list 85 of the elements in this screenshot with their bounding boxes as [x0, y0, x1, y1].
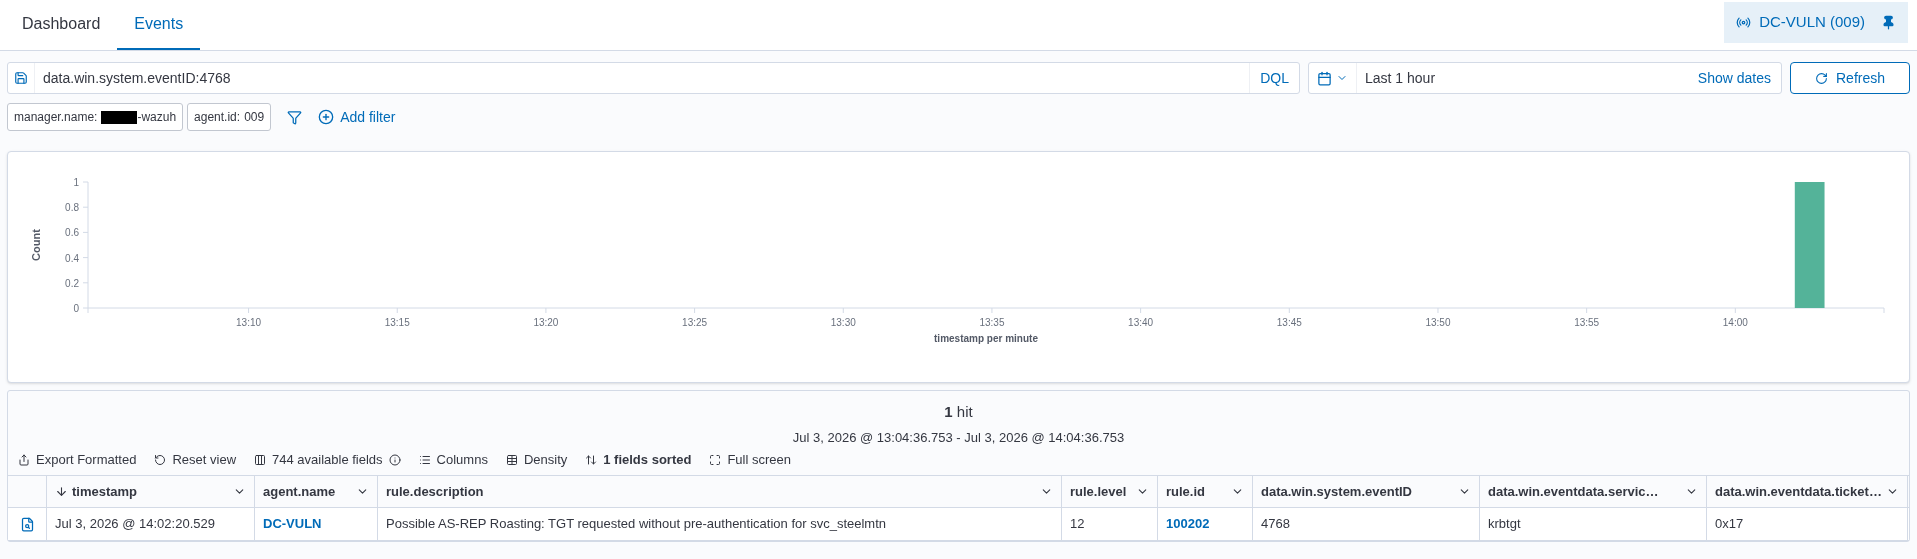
toolbar-button[interactable]: Export Formatted	[18, 450, 137, 470]
filter-pill[interactable]: agent.id: 009	[187, 103, 272, 131]
x-tick-label: 13:40	[1128, 317, 1154, 328]
column-title: timestamp	[72, 482, 138, 501]
x-tick-label: 13:55	[1574, 317, 1600, 328]
toolbar-button[interactable]: Columns	[418, 450, 488, 470]
table-cell-text: 0x17	[1715, 515, 1744, 534]
reset-icon	[154, 454, 167, 466]
sort-arrow-icon	[55, 485, 68, 498]
y-axis-title: Count	[30, 229, 42, 261]
column-header[interactable]: rule.description	[378, 476, 1062, 507]
toolbar-button[interactable]: 744 available fields	[254, 450, 401, 470]
toolbar-button[interactable]: Reset view	[154, 450, 236, 470]
save-icon	[14, 71, 28, 85]
x-tick-label: 13:50	[1425, 317, 1451, 328]
column-title: rule.description	[386, 482, 484, 501]
hits-count: 1 hit	[944, 402, 973, 422]
column-header[interactable]: data.win.system.eventID	[1253, 476, 1480, 507]
info-icon	[388, 454, 401, 466]
column-header[interactable]: agent.name	[255, 476, 378, 507]
y-tick-label: 1	[73, 177, 79, 188]
x-tick-label: 13:30	[830, 317, 856, 328]
column-header[interactable]: rule.id	[1158, 476, 1253, 507]
x-tick-label: 13:35	[979, 317, 1005, 328]
filter-value: 009	[244, 109, 265, 126]
column-header[interactable]: data.win.eventdata.ticket…	[1707, 476, 1908, 507]
date-range: Jul 3, 2026 @ 13:04:36.753 - Jul 3, 2026 @ 14:04:36.753	[792, 428, 1125, 447]
export-icon	[18, 454, 30, 466]
column-title: rule.id	[1166, 482, 1205, 501]
query-bar[interactable]: data.win.system.eventID:4768 DQL	[7, 62, 1300, 94]
column-title: rule.level	[1070, 482, 1127, 501]
column-title: data.win.eventdata.servic…	[1488, 482, 1659, 501]
inspect-icon[interactable]	[19, 516, 35, 532]
table-cell-text: Possible AS-REP Roasting: TGT requested without pre-authentication for svc_steelmtn	[386, 515, 887, 534]
show-dates-link[interactable]: Show dates	[1687, 67, 1781, 89]
column-header[interactable]: rule.level	[1062, 476, 1158, 507]
language-button[interactable]: DQL	[1249, 63, 1299, 93]
toolbar-button[interactable]: Full screen	[709, 450, 791, 470]
time-range: Last 1 hour	[1364, 68, 1437, 88]
filter-key: manager.name:	[14, 108, 98, 126]
sorted-icon	[585, 454, 598, 466]
table-cell-text: krbtgt	[1488, 515, 1521, 534]
columns-icon	[418, 454, 431, 466]
table-cell-text: 12	[1070, 515, 1085, 534]
x-tick-label: 13:10	[236, 317, 262, 328]
pin-icon[interactable]	[1881, 15, 1896, 30]
filter-icon[interactable]	[287, 109, 303, 125]
refresh-button[interactable]: Refresh	[1790, 62, 1910, 94]
fields-icon	[254, 454, 266, 466]
x-tick-label: 13:25	[682, 317, 708, 328]
column-header[interactable]: data.win.eventdata.servic…	[1480, 476, 1707, 507]
column-title: data.win.system.eventID	[1261, 482, 1412, 501]
table-link[interactable]: 100202	[1166, 514, 1210, 534]
y-tick-label: 0.2	[65, 277, 79, 289]
y-tick-label: 0.6	[65, 227, 79, 239]
toolbar-button[interactable]: 1 fields sorted	[585, 450, 692, 470]
y-tick-label: 0.8	[65, 202, 79, 214]
column-title: data.win.eventdata.ticket…	[1715, 482, 1882, 501]
fullscreen-icon	[709, 454, 722, 466]
agent-name: DC-VULN (009)	[1759, 12, 1865, 33]
y-tick-label: 0.4	[65, 252, 79, 264]
table-cell-text: 4768	[1261, 515, 1290, 534]
x-tick-label: 13:45	[1276, 317, 1302, 328]
table-cell-text: Jul 3, 2026 @ 14:02:20.529	[55, 515, 215, 534]
table-link[interactable]: DC-VULN	[263, 514, 322, 534]
y-tick-label: 0	[73, 303, 79, 314]
add-filter-button[interactable]: Add filter	[318, 106, 396, 128]
density-icon	[505, 454, 518, 466]
tab[interactable]: Dashboard	[5, 0, 118, 50]
refresh-icon	[1815, 71, 1828, 85]
filter-pill[interactable]: manager.name: -wazuh	[7, 103, 184, 131]
calendar-icon	[1317, 70, 1332, 86]
column-title: agent.name	[263, 482, 336, 501]
toolbar-button[interactable]: Density	[505, 450, 568, 470]
filter-value: -wazuh	[137, 109, 177, 126]
column-header[interactable]: timestamp	[47, 476, 255, 507]
signal-icon	[1736, 15, 1752, 30]
x-tick-label: 14:00	[1722, 317, 1748, 328]
filter-key: agent.id:	[194, 108, 241, 126]
plus-icon	[318, 109, 335, 125]
x-tick-label: 13:15	[384, 317, 410, 328]
agent-badge[interactable]: DC-VULN (009)	[1724, 2, 1908, 43]
tab[interactable]: Events	[117, 0, 201, 50]
x-tick-label: 13:20	[533, 317, 559, 328]
x-axis-title: timestamp per minute	[934, 333, 1038, 344]
